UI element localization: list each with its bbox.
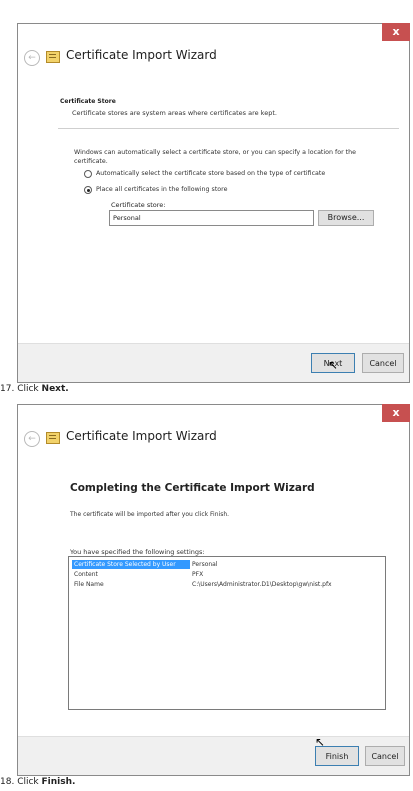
close-button[interactable]: x <box>382 404 410 422</box>
settings-value: PFX <box>192 571 204 578</box>
settings-label: You have specified the following setting… <box>70 548 205 556</box>
step-17-instruction: 17. Click Next. <box>0 384 69 394</box>
close-button[interactable]: x <box>382 23 410 41</box>
step-action: Finish. <box>41 777 76 787</box>
wizard-title-bar: ← Certificate Import Wizard <box>18 46 409 70</box>
completion-info: The certificate will be imported after y… <box>70 511 230 518</box>
mouse-cursor-icon: ↖ <box>328 358 339 372</box>
step-prefix: Click <box>17 384 39 394</box>
settings-key: Content <box>74 571 98 578</box>
certificate-icon <box>46 432 60 444</box>
back-arrow-icon[interactable]: ← <box>24 50 40 66</box>
finish-button[interactable]: Finish <box>315 746 359 766</box>
mouse-cursor-icon: ↖ <box>315 735 326 749</box>
radio-auto-select-label: Automatically select the certificate sto… <box>96 170 326 177</box>
browse-button[interactable]: Browse... <box>318 210 374 226</box>
settings-key: File Name <box>74 581 104 588</box>
certificate-import-wizard-store: x ← Certificate Import Wizard Certificat… <box>17 23 410 383</box>
back-arrow-icon[interactable]: ← <box>24 431 40 447</box>
radio-place-in-store-label: Place all certificates in the following … <box>96 186 228 193</box>
settings-list[interactable]: Certificate Store Selected by User Perso… <box>68 556 386 710</box>
wizard-title: Certificate Import Wizard <box>66 429 217 443</box>
settings-key: Certificate Store Selected by User <box>72 560 190 569</box>
store-description: Windows can automatically select a certi… <box>74 149 356 165</box>
divider <box>58 128 399 129</box>
certificate-store-field[interactable]: Personal <box>109 210 314 226</box>
step-action: Next. <box>41 384 69 394</box>
settings-value: C:\Users\Administrator.D1\Desktop\gw\nis… <box>192 581 332 588</box>
step-number: 18. <box>0 777 15 787</box>
cancel-button[interactable]: Cancel <box>365 746 405 766</box>
section-heading: Certificate Store <box>60 98 116 105</box>
cancel-button[interactable]: Cancel <box>362 353 404 373</box>
wizard-title: Certificate Import Wizard <box>66 48 217 62</box>
certificate-store-label: Certificate store: <box>111 201 166 209</box>
certificate-icon <box>46 51 60 63</box>
radio-auto-select[interactable] <box>84 170 92 178</box>
step-18-instruction: 18. Click Finish. <box>0 777 75 787</box>
certificate-import-wizard-complete: x ← Certificate Import Wizard Completing… <box>17 404 410 776</box>
radio-place-in-store[interactable] <box>84 186 92 194</box>
step-number: 17. <box>0 384 15 394</box>
wizard-footer: Next ↖ Cancel <box>18 343 409 382</box>
settings-value: Personal <box>192 561 218 568</box>
wizard-title-bar: ← Certificate Import Wizard <box>18 427 409 451</box>
completion-heading: Completing the Certificate Import Wizard <box>70 482 315 494</box>
step-prefix: Click <box>17 777 39 787</box>
wizard-footer: Finish ↖ Cancel <box>18 735 409 775</box>
section-subtitle: Certificate stores are system areas wher… <box>72 109 277 117</box>
